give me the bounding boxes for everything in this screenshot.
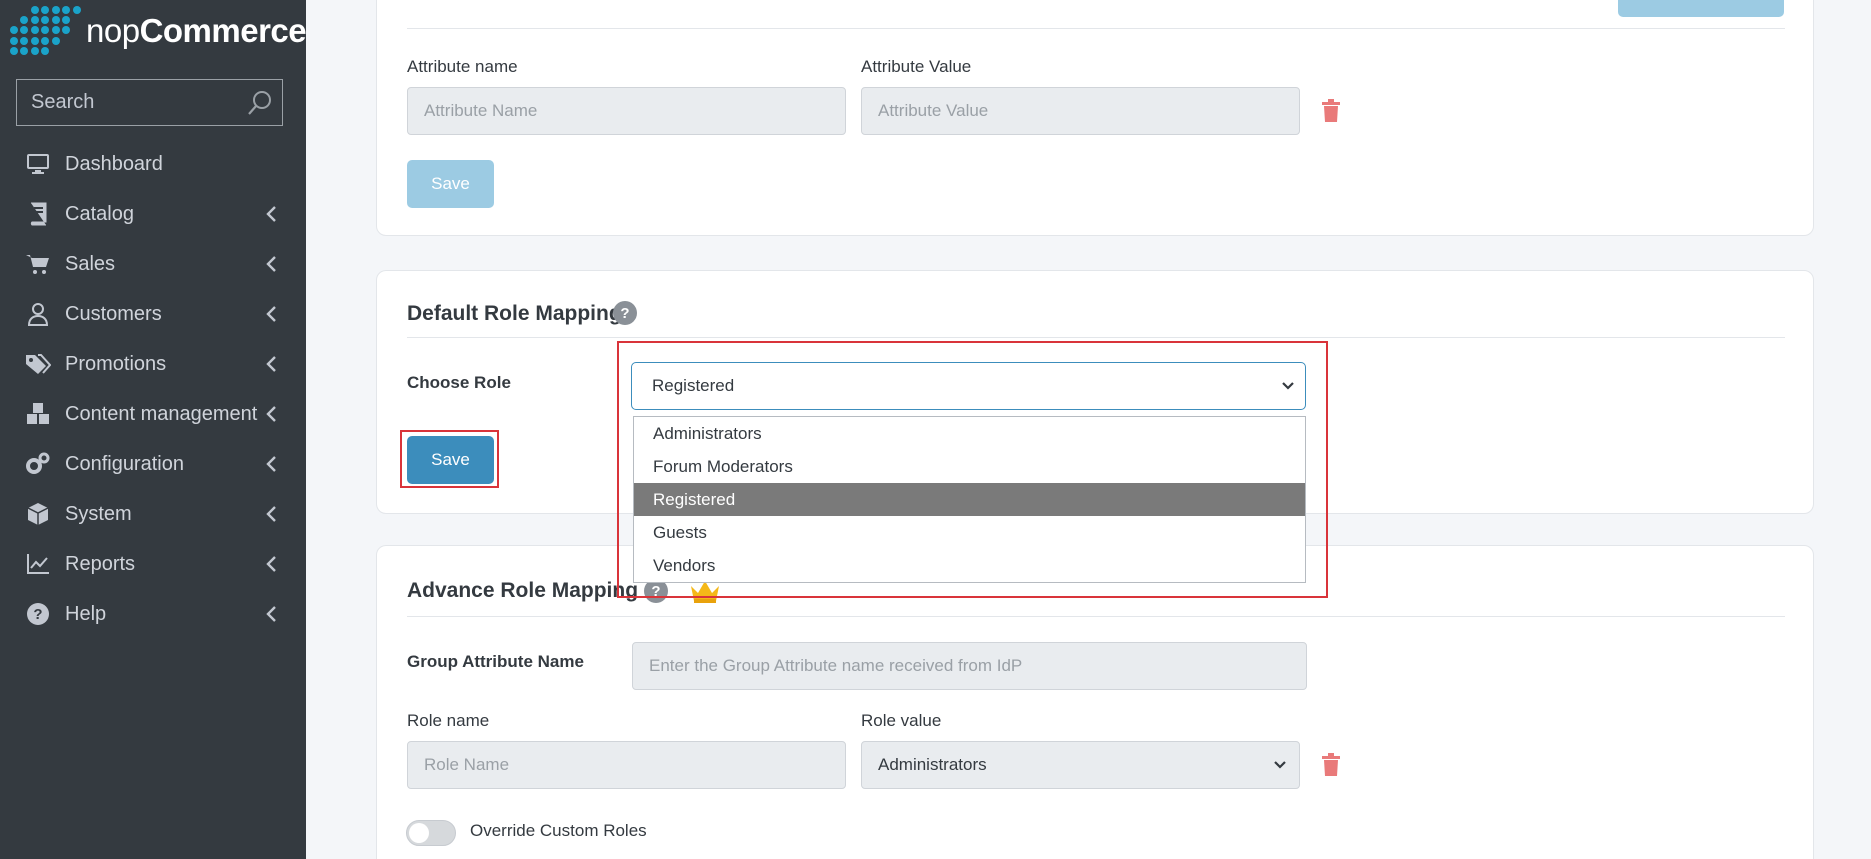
user-icon <box>25 301 51 327</box>
sidebar-item-label: Content management <box>65 402 258 425</box>
sidebar-item-label: Dashboard <box>65 152 163 175</box>
custom-attributes-card: Attribute name Attribute Value Attribute… <box>376 0 1814 236</box>
sidebar-item-system[interactable]: System <box>0 489 306 539</box>
sidebar-item-catalog[interactable]: Catalog <box>0 189 306 239</box>
card-divider <box>407 28 1785 29</box>
sidebar-nav: Dashboard Catalog Sales Customers Promot… <box>0 139 306 639</box>
sidebar-item-help[interactable]: ? Help <box>0 589 306 639</box>
cube-icon <box>25 501 51 527</box>
role-value-select[interactable]: Administrators <box>861 741 1300 789</box>
sidebar-item-dashboard[interactable]: Dashboard <box>0 139 306 189</box>
sidebar-item-customers[interactable]: Customers <box>0 289 306 339</box>
sidebar-search <box>16 79 283 126</box>
tags-icon <box>25 351 51 377</box>
brand-logo[interactable]: nopCommerce <box>10 6 307 56</box>
chevron-down-icon <box>1274 761 1286 769</box>
gears-icon <box>25 451 51 477</box>
monitor-icon <box>25 151 51 177</box>
attribute-value-label: Attribute Value <box>861 57 972 76</box>
role-value-selected: Administrators <box>878 755 987 774</box>
group-attribute-name-input[interactable]: Enter the Group Attribute name received … <box>632 642 1307 690</box>
role-option-forum-moderators[interactable]: Forum Moderators <box>634 450 1305 483</box>
choose-role-selected: Registered <box>652 376 735 395</box>
sidebar-item-label: Customers <box>65 302 162 325</box>
main-content: Attribute name Attribute Value Attribute… <box>306 0 1871 859</box>
line-chart-icon <box>25 551 51 577</box>
cubes-icon <box>25 401 51 427</box>
sidebar-item-label: Help <box>65 602 107 625</box>
chevron-left-icon <box>266 606 276 622</box>
sidebar: nopCommerce Dashboard Catalog Sales Cust… <box>0 0 307 859</box>
role-name-input[interactable]: Role Name <box>407 741 846 789</box>
chevron-left-icon <box>266 406 276 422</box>
chevron-left-icon <box>266 556 276 572</box>
search-icon[interactable] <box>246 89 274 117</box>
chevron-left-icon <box>266 306 276 322</box>
sidebar-item-label: Configuration <box>65 452 184 475</box>
role-name-label: Role name <box>407 711 490 730</box>
attribute-value-input[interactable]: Attribute Value <box>861 87 1300 135</box>
attribute-name-label: Attribute name <box>407 57 518 76</box>
chevron-left-icon <box>266 356 276 372</box>
override-custom-roles-toggle[interactable] <box>406 820 456 846</box>
advance-role-mapping-title: Advance Role Mapping <box>407 579 639 602</box>
cart-icon <box>25 251 51 277</box>
chevron-left-icon <box>266 506 276 522</box>
role-value-label: Role value <box>861 711 942 730</box>
chevron-left-icon <box>266 456 276 472</box>
sidebar-item-label: Sales <box>65 252 116 275</box>
card-divider <box>407 337 1785 338</box>
sidebar-item-configuration[interactable]: Configuration <box>0 439 306 489</box>
role-option-vendors[interactable]: Vendors <box>634 549 1305 582</box>
group-attribute-name-label: Group Attribute Name <box>407 652 584 671</box>
trash-icon[interactable] <box>1321 753 1341 777</box>
svg-text:?: ? <box>33 606 42 623</box>
question-circle-icon: ? <box>25 601 51 627</box>
custom-attr-save-button[interactable]: Save <box>407 160 494 208</box>
default-role-mapping-title: Default Role Mapping <box>407 302 622 325</box>
chevron-left-icon <box>266 206 276 222</box>
choose-role-select[interactable]: Registered <box>631 362 1306 410</box>
logo-dots-icon <box>10 6 82 56</box>
help-icon[interactable]: ? <box>613 301 637 325</box>
sidebar-item-content-management[interactable]: Content management <box>0 389 306 439</box>
sidebar-item-label: Reports <box>65 552 136 575</box>
sidebar-item-label: System <box>65 502 132 525</box>
attribute-name-input[interactable]: Attribute Name <box>407 87 846 135</box>
choose-role-label: Choose Role <box>407 373 511 392</box>
role-option-guests[interactable]: Guests <box>634 516 1305 549</box>
advance-role-mapping-card: Advance Role Mapping ? Group Attribute N… <box>376 545 1814 859</box>
top-action-button[interactable] <box>1618 0 1784 17</box>
role-option-administrators[interactable]: Administrators <box>634 417 1305 450</box>
sidebar-item-promotions[interactable]: Promotions <box>0 339 306 389</box>
book-icon <box>25 201 51 227</box>
sidebar-item-sales[interactable]: Sales <box>0 239 306 289</box>
sidebar-item-reports[interactable]: Reports <box>0 539 306 589</box>
sidebar-item-label: Promotions <box>65 352 167 375</box>
trash-icon[interactable] <box>1321 99 1341 123</box>
default-role-save-button[interactable]: Save <box>407 436 494 484</box>
role-option-registered[interactable]: Registered <box>634 483 1305 516</box>
choose-role-dropdown-list: Administrators Forum Moderators Register… <box>633 416 1306 583</box>
sidebar-item-label: Catalog <box>65 202 134 225</box>
brand-name: nopCommerce <box>86 12 307 49</box>
sidebar-search-input[interactable] <box>17 91 237 114</box>
override-custom-roles-label: Override Custom Roles <box>470 821 647 840</box>
chevron-left-icon <box>266 256 276 272</box>
card-divider <box>407 616 1785 617</box>
chevron-down-icon <box>1282 382 1294 390</box>
